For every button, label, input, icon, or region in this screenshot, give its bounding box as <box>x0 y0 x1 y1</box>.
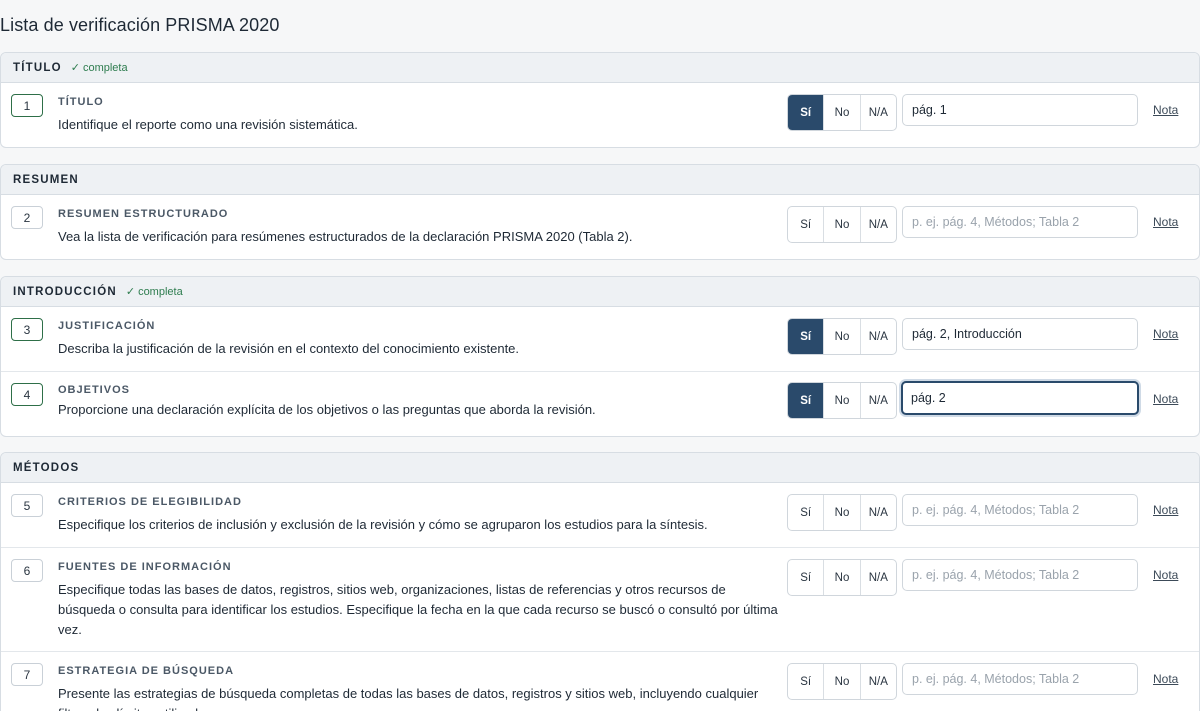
note-link[interactable]: Nota <box>1153 215 1178 229</box>
answer-na-button[interactable]: N/A <box>861 319 896 354</box>
answer-na-button[interactable]: N/A <box>861 95 896 130</box>
item-description: Describa la justificación de la revisión… <box>58 341 520 356</box>
answer-yes-button[interactable]: Sí <box>788 664 825 699</box>
checklist-item-2: 2 RESUMEN ESTRUCTURADO Vea la lista de v… <box>1 195 1199 259</box>
check-icon: ✓ <box>70 62 80 74</box>
answer-yes-button[interactable]: Sí <box>788 495 825 530</box>
answer-no-button[interactable]: No <box>824 319 861 354</box>
item-label: OBJETIVOS <box>58 384 130 396</box>
item-number: 7 <box>11 663 43 686</box>
page-reference-input[interactable] <box>902 94 1138 126</box>
complete-badge: ✓ completa <box>70 61 128 75</box>
section-title: MÉTODOS <box>13 461 80 474</box>
item-label: JUSTIFICACIÓN <box>58 320 156 332</box>
checklist-item-1: 1 TÍTULO Identifique el reporte como una… <box>1 83 1199 147</box>
page-reference-input[interactable] <box>902 559 1138 591</box>
item-label: CRITERIOS DE ELEGIBILIDAD <box>58 496 242 508</box>
answer-toggle: Sí No N/A <box>787 206 897 243</box>
answer-no-button[interactable]: No <box>824 664 861 699</box>
note-link[interactable]: Nota <box>1153 103 1178 117</box>
section-header: INTRODUCCIÓN ✓ completa <box>1 277 1199 307</box>
answer-na-button[interactable]: N/A <box>861 383 896 418</box>
item-label: TÍTULO <box>58 96 104 108</box>
checklist-item-7: 7 ESTRATEGIA DE BÚSQUEDA Presente las es… <box>1 652 1199 711</box>
item-description: Identifique el reporte como una revisión… <box>58 117 358 132</box>
item-number: 1 <box>11 94 43 117</box>
answer-na-button[interactable]: N/A <box>861 560 896 595</box>
note-link[interactable]: Nota <box>1153 568 1178 582</box>
page-reference-input[interactable] <box>902 206 1138 238</box>
answer-no-button[interactable]: No <box>824 95 861 130</box>
answer-toggle: Sí No N/A <box>787 382 897 419</box>
answer-no-button[interactable]: No <box>824 383 861 418</box>
checklist-item-3: 3 JUSTIFICACIÓN Describa la justificació… <box>1 307 1199 372</box>
page-title: Lista de verificación PRISMA 2020 <box>0 15 280 35</box>
answer-yes-button[interactable]: Sí <box>788 383 825 418</box>
answer-yes-button[interactable]: Sí <box>788 95 825 130</box>
item-label: RESUMEN ESTRUCTURADO <box>58 208 229 220</box>
answer-no-button[interactable]: No <box>824 560 861 595</box>
note-link[interactable]: Nota <box>1153 392 1178 406</box>
note-link[interactable]: Nota <box>1153 327 1178 341</box>
checklist-item-6: 6 FUENTES DE INFORMACIÓN Especifique tod… <box>1 548 1199 652</box>
answer-na-button[interactable]: N/A <box>861 495 896 530</box>
item-description: Proporcione una declaración explícita de… <box>58 402 596 417</box>
page-reference-input[interactable] <box>902 318 1138 350</box>
section-header: RESUMEN <box>1 165 1199 195</box>
section-metodos: MÉTODOS 5 CRITERIOS DE ELEGIBILIDAD Espe… <box>0 452 1200 711</box>
page-reference-input[interactable] <box>901 381 1139 415</box>
answer-no-button[interactable]: No <box>824 495 861 530</box>
complete-label: completa <box>82 61 128 74</box>
page-reference-input[interactable] <box>902 494 1138 526</box>
checklist-page: Lista de verificación PRISMA 2020 TÍTULO… <box>0 0 1200 711</box>
answer-toggle: Sí No N/A <box>787 559 897 596</box>
answer-yes-button[interactable]: Sí <box>788 560 825 595</box>
complete-label: completa <box>138 285 183 298</box>
section-resumen: RESUMEN 2 RESUMEN ESTRUCTURADO Vea la li… <box>0 164 1200 260</box>
item-number: 5 <box>11 494 43 517</box>
answer-toggle: Sí No N/A <box>787 94 897 131</box>
item-number: 6 <box>11 559 43 582</box>
checklist-item-4: 4 OBJETIVOS Proporcione una declaración … <box>1 372 1199 436</box>
complete-badge: ✓ completa <box>125 285 183 299</box>
item-number: 3 <box>11 318 43 341</box>
check-icon: ✓ <box>125 286 136 298</box>
answer-toggle: Sí No N/A <box>787 663 897 700</box>
item-label: FUENTES DE INFORMACIÓN <box>58 561 232 573</box>
item-description: Vea la lista de verificación para resúme… <box>58 229 633 244</box>
item-description: Especifique todas las bases de datos, re… <box>58 582 778 637</box>
answer-toggle: Sí No N/A <box>787 494 897 531</box>
item-description: Especifique los criterios de inclusión y… <box>58 517 708 532</box>
section-titulo: TÍTULO ✓ completa 1 TÍTULO Identifique el… <box>0 52 1200 148</box>
item-description: Presente las estrategias de búsqueda com… <box>58 686 759 711</box>
section-title: RESUMEN <box>13 173 79 186</box>
section-header: MÉTODOS <box>1 453 1199 483</box>
item-label: ESTRATEGIA DE BÚSQUEDA <box>58 665 235 677</box>
section-header: TÍTULO ✓ completa <box>1 53 1199 83</box>
checklist-item-5: 5 CRITERIOS DE ELEGIBILIDAD Especifique … <box>1 483 1199 548</box>
note-link[interactable]: Nota <box>1153 503 1178 517</box>
section-introduccion: INTRODUCCIÓN ✓ completa 3 JUSTIFICACIÓN D… <box>0 276 1200 437</box>
section-title: TÍTULO <box>13 61 62 74</box>
answer-no-button[interactable]: No <box>824 207 861 242</box>
answer-yes-button[interactable]: Sí <box>788 319 825 354</box>
item-number: 4 <box>11 383 43 406</box>
note-link[interactable]: Nota <box>1153 672 1178 686</box>
answer-na-button[interactable]: N/A <box>861 207 896 242</box>
answer-toggle: Sí No N/A <box>787 318 897 355</box>
section-title: INTRODUCCIÓN <box>13 285 117 298</box>
answer-yes-button[interactable]: Sí <box>788 207 825 242</box>
item-number: 2 <box>11 206 43 229</box>
page-reference-input[interactable] <box>902 663 1138 695</box>
answer-na-button[interactable]: N/A <box>861 664 896 699</box>
